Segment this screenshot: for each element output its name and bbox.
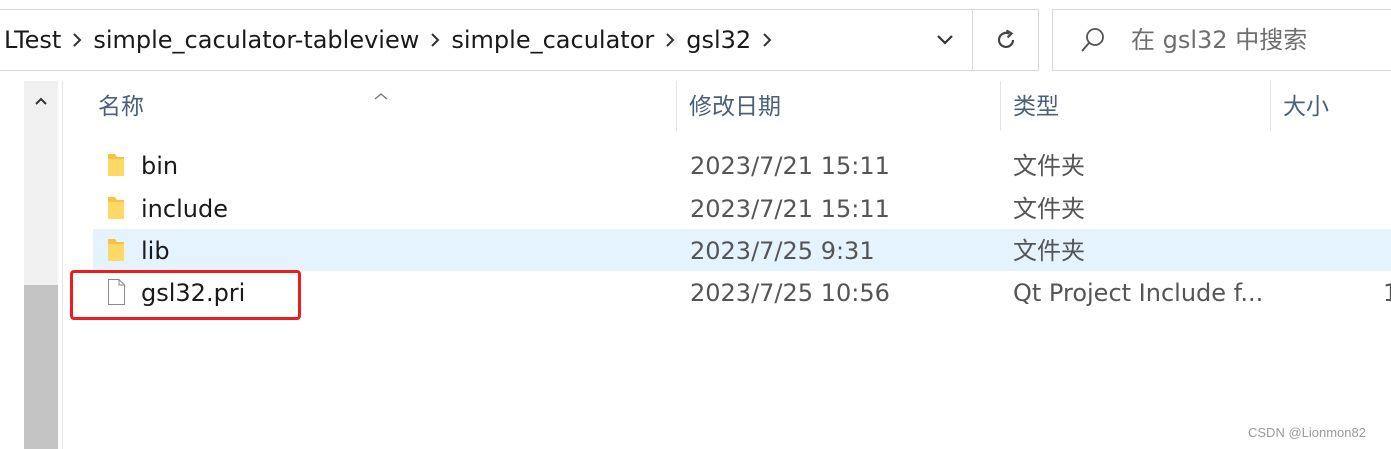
file-name: bin <box>141 152 179 180</box>
file-row[interactable]: bin 2023/7/21 15:11 文件夹 <box>93 144 1391 186</box>
sort-ascending-icon <box>373 81 389 107</box>
column-header: 名称 修改日期 类型 大小 <box>63 81 1391 131</box>
highlight-annotation <box>70 270 301 320</box>
search-input[interactable] <box>1131 10 1391 70</box>
vertical-scrollbar[interactable] <box>24 81 58 449</box>
file-type: 文件夹 <box>1013 237 1085 265</box>
folder-icon <box>105 236 127 270</box>
breadcrumb-item[interactable]: gsl32 <box>682 26 755 54</box>
column-divider[interactable] <box>676 81 677 131</box>
address-bar[interactable]: LTest simple_caculator-tableview simple_… <box>0 9 1039 71</box>
column-header-date[interactable]: 修改日期 <box>689 81 781 131</box>
file-type: 文件夹 <box>1013 152 1085 180</box>
scroll-thumb[interactable] <box>24 285 58 449</box>
file-type: 文件夹 <box>1013 195 1085 223</box>
file-name: include <box>141 195 228 223</box>
file-date: 2023/7/25 10:56 <box>690 279 890 307</box>
folder-icon <box>105 194 127 228</box>
file-name: lib <box>141 237 170 265</box>
column-header-type[interactable]: 类型 <box>1013 81 1059 131</box>
folder-icon <box>105 151 127 185</box>
chevron-right-icon[interactable] <box>755 32 779 48</box>
file-date: 2023/7/21 15:11 <box>690 152 890 180</box>
chevron-right-icon[interactable] <box>423 32 447 48</box>
chevron-down-icon <box>937 35 953 45</box>
breadcrumb-item[interactable]: simple_caculator-tableview <box>89 26 423 54</box>
breadcrumb: LTest simple_caculator-tableview simple_… <box>0 10 779 70</box>
file-row-selected[interactable]: lib 2023/7/25 9:31 文件夹 <box>93 229 1391 271</box>
file-type: Qt Project Include f... <box>1013 279 1264 307</box>
file-date: 2023/7/21 15:11 <box>690 195 890 223</box>
column-divider[interactable] <box>1000 81 1001 131</box>
pane-divider <box>62 81 63 449</box>
column-header-name[interactable]: 名称 <box>98 81 144 131</box>
column-divider[interactable] <box>1270 81 1271 131</box>
breadcrumb-item[interactable]: simple_caculator <box>447 26 658 54</box>
file-date: 2023/7/25 9:31 <box>690 237 875 265</box>
column-header-size[interactable]: 大小 <box>1283 81 1329 131</box>
scroll-up-button[interactable] <box>24 81 58 121</box>
refresh-button[interactable] <box>972 10 1038 70</box>
breadcrumb-item[interactable]: LTest <box>0 26 65 54</box>
chevron-up-icon <box>35 97 47 105</box>
chevron-right-icon[interactable] <box>65 32 89 48</box>
search-icon <box>1081 28 1104 52</box>
file-size: 1 <box>1383 279 1391 307</box>
address-history-dropdown[interactable] <box>920 10 970 70</box>
file-row[interactable]: include 2023/7/21 15:11 文件夹 <box>93 187 1391 229</box>
watermark: CSDN @Lionmon82 <box>1248 425 1366 440</box>
chevron-right-icon[interactable] <box>658 32 682 48</box>
search-box[interactable] <box>1052 9 1391 71</box>
refresh-icon <box>997 29 1014 49</box>
